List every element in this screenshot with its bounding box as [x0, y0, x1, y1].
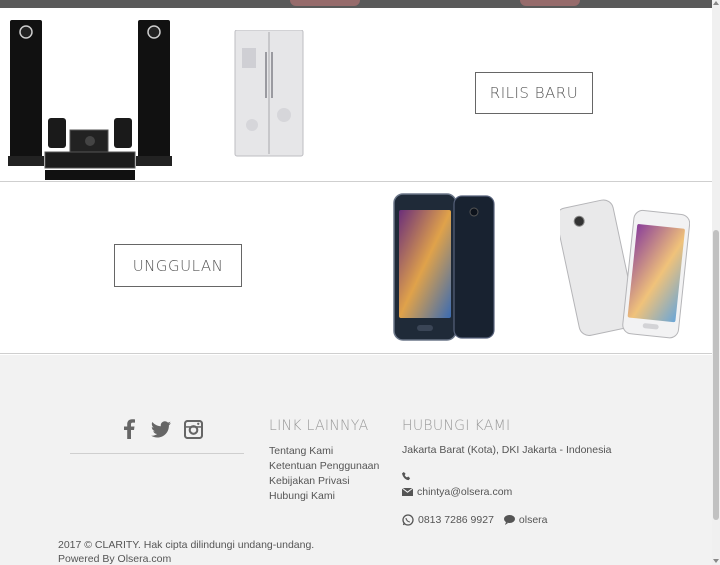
- contact-title: HUBUNGI KAMI: [402, 418, 511, 434]
- chat-bubble-icon: [503, 515, 515, 525]
- social-links: [118, 418, 204, 440]
- link-contact[interactable]: Hubungi Kami: [269, 489, 379, 504]
- envelope-icon: [402, 488, 413, 496]
- link-about[interactable]: Tentang Kami: [269, 444, 379, 459]
- phone-line: [402, 469, 612, 483]
- contact-info: Jakarta Barat (Kota), DKI Jakarta - Indo…: [402, 443, 612, 527]
- messaging-line: 0813 7286 9927 olsera: [402, 513, 612, 527]
- link-privacy[interactable]: Kebijakan Privasi: [269, 474, 379, 489]
- address-text: Jakarta Barat (Kota), DKI Jakarta - Indo…: [402, 444, 612, 456]
- whatsapp-text[interactable]: 0813 7286 9927: [418, 514, 494, 526]
- phone-icon: [402, 471, 411, 480]
- banner-decor: [520, 0, 580, 6]
- new-release-button[interactable]: RILIS BARU: [475, 72, 593, 114]
- scroll-up-icon[interactable]: [713, 1, 719, 5]
- scroll-down-icon[interactable]: [713, 559, 719, 563]
- featured-button[interactable]: UNGGULAN: [114, 244, 242, 287]
- email-line: chintya@olsera.com: [402, 485, 612, 499]
- links-title: LINK LAINNYA: [269, 418, 369, 434]
- refrigerator-image[interactable]: [234, 30, 304, 158]
- instagram-icon[interactable]: [182, 418, 204, 440]
- category-row-featured: UNGGULAN: [0, 182, 712, 354]
- smartphone-white-image[interactable]: [560, 196, 690, 346]
- whatsapp-icon: [402, 514, 414, 526]
- footer-links: Tentang Kami Ketentuan Penggunaan Kebija…: [269, 444, 379, 504]
- facebook-icon[interactable]: [118, 418, 140, 440]
- banner-decor: [290, 0, 360, 6]
- top-banner-strip: [0, 0, 712, 8]
- copyright-text: 2017 © CLARITY. Hak cipta dilindungi und…: [58, 539, 315, 565]
- speaker-system-image[interactable]: [8, 20, 173, 182]
- page-scrollbar[interactable]: [712, 0, 720, 565]
- category-row-new-release: RILIS BARU: [0, 8, 712, 182]
- scrollbar-thumb[interactable]: [713, 230, 719, 520]
- smartphone-dark-image[interactable]: [392, 192, 498, 344]
- twitter-icon[interactable]: [150, 418, 172, 440]
- link-terms[interactable]: Ketentuan Penggunaan: [269, 459, 379, 474]
- address-line: Jakarta Barat (Kota), DKI Jakarta - Indo…: [402, 443, 612, 457]
- social-divider: [70, 453, 244, 454]
- email-text[interactable]: chintya@olsera.com: [417, 486, 512, 498]
- chat-text[interactable]: olsera: [519, 514, 548, 526]
